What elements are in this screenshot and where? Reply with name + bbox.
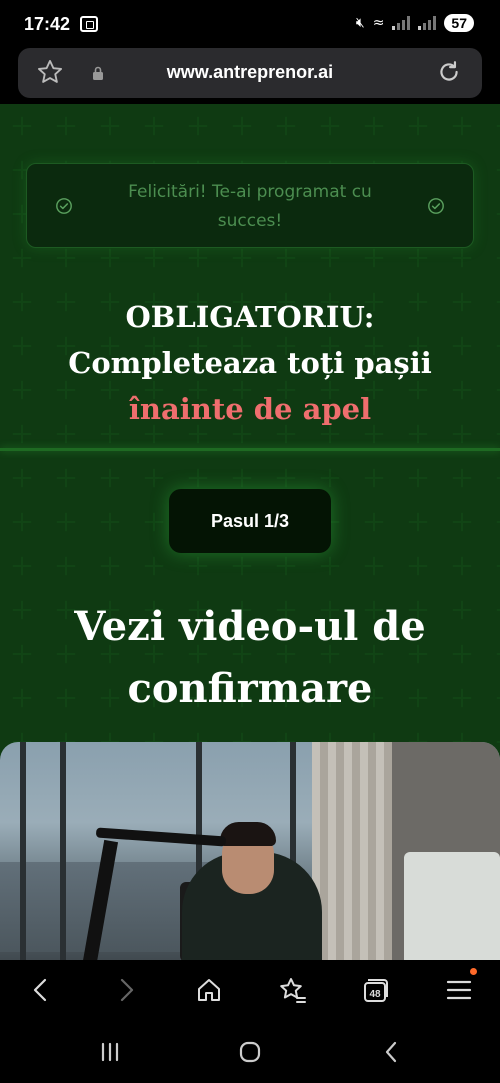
video-curtain <box>312 742 392 960</box>
browser-toolbar: www.antreprenor.ai <box>0 48 500 104</box>
signal-icon-2 <box>418 16 437 30</box>
window-frame <box>20 742 26 960</box>
recents-icon[interactable] <box>98 1040 122 1064</box>
bookmarks-icon[interactable] <box>276 974 308 1006</box>
menu-icon[interactable] <box>443 974 475 1006</box>
status-bar: 17:42 🔇︎ ≈ 57 <box>0 0 500 48</box>
video-player[interactable] <box>0 742 500 960</box>
home-icon[interactable] <box>193 974 225 1006</box>
mute-icon: 🔇︎ <box>355 15 365 31</box>
heading-line-1: OBLIGATORIU: <box>125 300 375 334</box>
menu-notification-dot <box>470 968 477 975</box>
window-frame <box>60 742 66 960</box>
system-nav-bar <box>0 1020 500 1083</box>
system-back-icon[interactable] <box>380 1040 404 1064</box>
page-heading: OBLIGATORIU: Completeaza toți pașii înai… <box>0 294 500 432</box>
wifi-icon: ≈ <box>372 15 385 31</box>
step-badge: Pasul 1/3 <box>169 489 331 553</box>
tabs-button[interactable]: 48 <box>358 974 390 1006</box>
video-monitor <box>404 852 500 960</box>
section-divider <box>0 448 500 451</box>
success-alert: Felicitări! Te-ai programat cu succes! <box>26 163 474 248</box>
browser-bottom-nav: 48 <box>0 960 500 1020</box>
page-content[interactable]: Felicitări! Te-ai programat cu succes! O… <box>0 104 500 960</box>
tabs-count: 48 <box>369 989 381 1000</box>
heading-line-2: Completeaza toți pașii <box>68 346 432 380</box>
video-person-hair <box>220 822 276 846</box>
heading-accent: înainte de apel <box>128 392 372 426</box>
battery-icon: 57 <box>444 14 474 32</box>
success-message: Felicitări! Te-ai programat cu succes! <box>128 182 372 231</box>
address-bar[interactable]: www.antreprenor.ai <box>18 48 482 98</box>
status-time: 17:42 <box>24 14 71 34</box>
system-home-icon[interactable] <box>238 1040 262 1064</box>
tabs-icon: 48 <box>364 979 388 1002</box>
url-text[interactable]: www.antreprenor.ai <box>18 62 482 83</box>
forward-icon[interactable] <box>110 974 142 1006</box>
back-icon[interactable] <box>25 974 57 1006</box>
status-icons: 🔇︎ ≈ 57 <box>356 14 474 32</box>
check-circle-icon <box>56 198 72 214</box>
check-circle-icon <box>428 198 444 214</box>
signal-icon <box>392 16 411 30</box>
video-title: Vezi video-ul de confirmare <box>74 603 426 712</box>
screen-record-icon <box>80 16 98 32</box>
reload-icon[interactable] <box>436 59 462 85</box>
